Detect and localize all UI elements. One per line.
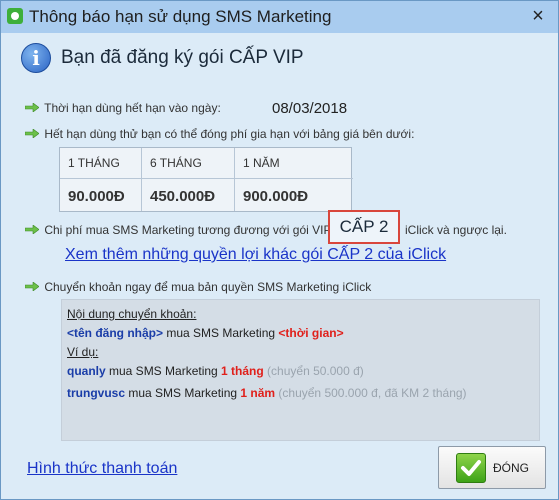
more-benefits-link[interactable]: Xem thêm những quyền lợi khác gói CẤP 2 … bbox=[65, 246, 446, 264]
price-column: 1 NĂM 900.000Đ bbox=[235, 148, 351, 211]
example-user: quanly bbox=[67, 364, 106, 378]
expiry-row: Thời hạn dùng hết hạn vào ngày: bbox=[25, 101, 221, 115]
renewal-note: Hết hạn dùng thử bạn có thể đóng phí gia… bbox=[44, 127, 415, 141]
transfer-heading: Nội dung chuyển khoản: bbox=[67, 307, 197, 321]
dialog-window: Thông báo hạn sử dụng SMS Marketing × i … bbox=[0, 0, 559, 500]
price-period: 1 THÁNG bbox=[68, 156, 120, 170]
example-user: trungvusc bbox=[67, 386, 126, 400]
pattern-user: <tên đăng nhập> bbox=[67, 326, 164, 340]
example-time: 1 tháng bbox=[221, 364, 264, 378]
example-heading: Ví dụ: bbox=[67, 345, 99, 359]
price-table: 1 THÁNG 90.000Đ 6 THÁNG 450.000Đ 1 NĂM 9… bbox=[59, 147, 353, 212]
arrow-right-icon bbox=[25, 225, 39, 235]
close-button-label: ĐÓNG bbox=[493, 461, 529, 475]
example-line: quanly mua SMS Marketing 1 tháng (chuyển… bbox=[67, 364, 364, 378]
example-time: 1 năm bbox=[240, 386, 276, 400]
expiry-label: Thời hạn dùng hết hạn vào ngày: bbox=[44, 101, 221, 115]
example-note: (chuyển 500.000 đ, đã KM 2 tháng) bbox=[275, 386, 467, 400]
transfer-row: Chuyển khoản ngay để mua bản quyền SMS M… bbox=[25, 280, 371, 294]
info-icon: i bbox=[21, 43, 51, 73]
payment-methods-link[interactable]: Hình thức thanh toán bbox=[27, 460, 177, 478]
example-mid: mua SMS Marketing bbox=[105, 364, 222, 378]
close-icon[interactable]: × bbox=[526, 6, 550, 26]
arrow-right-icon bbox=[25, 282, 39, 292]
equivalent-row: Chi phí mua SMS Marketing tương đương vớ… bbox=[25, 223, 335, 237]
close-button[interactable]: ĐÓNG bbox=[438, 446, 546, 489]
price-value: 450.000Đ bbox=[150, 188, 216, 205]
equivalent-label: Chi phí mua SMS Marketing tương đương vớ… bbox=[44, 223, 335, 237]
window-title: Thông báo hạn sử dụng SMS Marketing bbox=[29, 7, 332, 26]
equivalent-suffix: iClick và ngược lại. bbox=[405, 223, 507, 237]
price-value: 90.000Đ bbox=[68, 188, 125, 205]
dialog-content: i Bạn đã đăng ký gói CẤP VIP Thời hạn dù… bbox=[9, 33, 552, 493]
example-line: trungvusc mua SMS Marketing 1 năm (chuyể… bbox=[67, 386, 467, 400]
vip-level-badge: CẤP 2 bbox=[328, 210, 400, 244]
app-icon bbox=[7, 8, 23, 24]
transfer-pattern: <tên đăng nhập> mua SMS Marketing <thời … bbox=[67, 326, 344, 340]
headline: Bạn đã đăng ký gói CẤP VIP bbox=[61, 47, 304, 68]
price-column: 1 THÁNG 90.000Đ bbox=[60, 148, 142, 211]
price-value: 900.000Đ bbox=[243, 188, 309, 205]
pattern-time: <thời gian> bbox=[278, 326, 344, 340]
expiry-date: 08/03/2018 bbox=[272, 100, 348, 117]
price-period: 6 THÁNG bbox=[150, 156, 202, 170]
check-icon bbox=[456, 453, 486, 483]
transfer-content-box: Nội dung chuyển khoản: <tên đăng nhập> m… bbox=[61, 299, 540, 441]
example-note: (chuyển 50.000 đ) bbox=[263, 364, 364, 378]
price-period: 1 NĂM bbox=[243, 156, 280, 170]
pattern-mid: mua SMS Marketing bbox=[163, 326, 279, 340]
arrow-right-icon bbox=[25, 129, 39, 139]
transfer-note: Chuyển khoản ngay để mua bản quyền SMS M… bbox=[44, 280, 372, 294]
renewal-row: Hết hạn dùng thử bạn có thể đóng phí gia… bbox=[25, 127, 414, 141]
example-mid: mua SMS Marketing bbox=[125, 386, 241, 400]
arrow-right-icon bbox=[25, 103, 39, 113]
price-column: 6 THÁNG 450.000Đ bbox=[142, 148, 235, 211]
title-bar[interactable]: Thông báo hạn sử dụng SMS Marketing × bbox=[1, 1, 558, 33]
